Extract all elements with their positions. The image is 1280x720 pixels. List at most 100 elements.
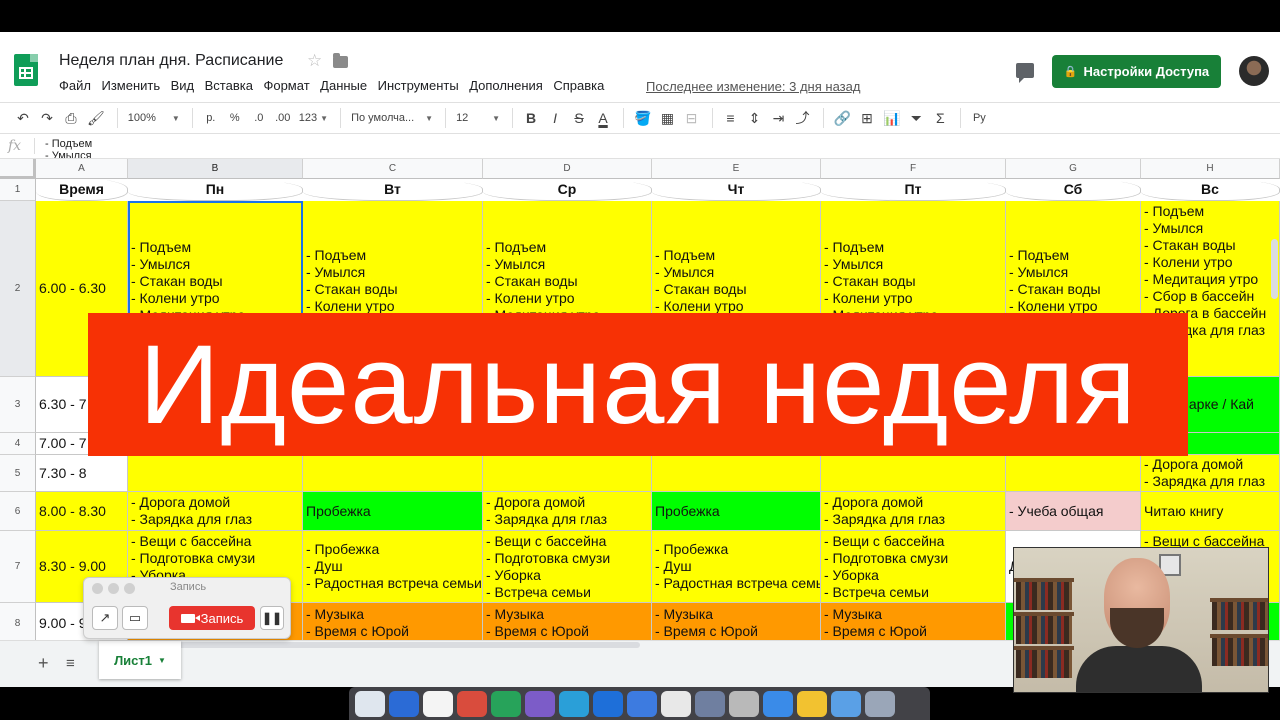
row-header-2[interactable]: 2 <box>0 201 36 377</box>
schedule-cell[interactable]: - Музыка - Время с Юрой <box>303 603 483 640</box>
comment-icon[interactable] <box>1016 63 1034 83</box>
schedule-cell[interactable]: - Музыка - Время с Юрой <box>652 603 821 640</box>
chrome-icon[interactable] <box>457 691 487 717</box>
select-all-corner[interactable] <box>0 159 36 179</box>
merge-cells-icon[interactable]: ⊟ <box>681 106 703 130</box>
strikethrough-button[interactable]: S <box>568 106 590 130</box>
facetime-icon[interactable] <box>491 691 521 717</box>
text-rotate-icon[interactable]: ⤴ <box>792 106 814 130</box>
insert-chart-icon[interactable]: 📊 <box>880 106 903 130</box>
column-header-a[interactable]: A <box>36 159 128 179</box>
schedule-cell[interactable]: - Дорога домой - Зарядка для глаз <box>821 492 1006 531</box>
row-header-7[interactable]: 7 <box>0 531 36 603</box>
viber-icon[interactable] <box>525 691 555 717</box>
menu-edit[interactable]: Изменить <box>101 78 160 93</box>
last-edit-link[interactable]: Последнее изменение: 3 дня назад <box>646 79 860 94</box>
schedule-cell[interactable] <box>128 455 303 492</box>
menu-format[interactable]: Формат <box>263 78 309 93</box>
schedule-cell[interactable]: Читаю книгу <box>1141 492 1280 531</box>
more-formats-button[interactable]: 123 ▼ <box>296 106 331 130</box>
row-header-4[interactable]: 4 <box>0 433 36 455</box>
share-button[interactable]: 🔒 Настройки Доступа <box>1052 55 1221 88</box>
header-cell[interactable]: Сб <box>1006 179 1141 201</box>
column-header-f[interactable]: F <box>821 159 1006 179</box>
schedule-cell[interactable] <box>821 455 1006 492</box>
font-size-select[interactable]: 12 ▼ <box>453 106 503 130</box>
telegram-icon[interactable] <box>559 691 589 717</box>
launchpad-icon[interactable] <box>389 691 419 717</box>
time-cell[interactable]: 8.00 - 8.30 <box>36 492 128 531</box>
schedule-cell[interactable]: - Дорога домой - Зарядка для глаз <box>1141 455 1280 492</box>
header-cell[interactable]: Вс <box>1141 179 1280 201</box>
column-header-c[interactable]: C <box>303 159 483 179</box>
document-title[interactable]: Неделя план дня. Расписание <box>59 52 283 70</box>
schedule-cell[interactable] <box>652 455 821 492</box>
add-comment-icon[interactable]: ⊞ <box>856 106 878 130</box>
column-header-b[interactable]: B <box>128 159 303 179</box>
schedule-cell[interactable] <box>1006 455 1141 492</box>
horizontal-scrollbar[interactable] <box>130 642 640 648</box>
folder-icon[interactable] <box>333 53 348 68</box>
notes-icon[interactable] <box>695 691 725 717</box>
row-header-3[interactable]: 3 <box>0 377 36 433</box>
decrease-decimal-button[interactable]: .0 <box>248 106 270 130</box>
row-header-8[interactable]: 8 <box>0 603 36 640</box>
schedule-cell[interactable]: - Вещи с бассейна- Подготовка смузи- Убо… <box>821 531 1006 603</box>
row-header-5[interactable]: 5 <box>0 455 36 492</box>
text-color-button[interactable]: A <box>592 106 614 130</box>
schedule-cell[interactable]: - Пробежка - Душ - Радостная встреча семьи <box>303 531 483 603</box>
add-sheet-icon[interactable]: + <box>38 653 49 674</box>
column-header-h[interactable]: H <box>1141 159 1280 179</box>
header-cell[interactable]: Вт <box>303 179 483 201</box>
pause-icon[interactable]: ❚❚ <box>260 606 284 630</box>
column-header-e[interactable]: E <box>652 159 821 179</box>
finder-icon[interactable] <box>355 691 385 717</box>
schedule-cell[interactable] <box>303 455 483 492</box>
record-button[interactable]: Запись <box>169 606 255 630</box>
paint-format-icon[interactable]: 🖌 <box>84 106 108 130</box>
redo-icon[interactable]: ↷ <box>36 106 58 130</box>
calendar-icon[interactable] <box>661 691 691 717</box>
input-tools-button[interactable]: Py <box>968 106 990 130</box>
link-icon[interactable]: 🔗 <box>831 106 854 130</box>
stickies-icon[interactable] <box>797 691 827 717</box>
menu-help[interactable]: Справка <box>553 78 604 93</box>
row-header-6[interactable]: 6 <box>0 492 36 531</box>
messages-icon[interactable] <box>763 691 793 717</box>
star-icon[interactable]: ☆ <box>307 51 322 71</box>
align-left-icon[interactable]: ≡ <box>720 106 742 130</box>
trash-icon[interactable] <box>865 691 895 717</box>
text-wrap-icon[interactable]: ⇥ <box>768 106 790 130</box>
increase-decimal-button[interactable]: .00 <box>272 106 294 130</box>
percent-format-button[interactable]: % <box>224 106 246 130</box>
header-cell[interactable]: Пн <box>128 179 303 201</box>
schedule-cell[interactable]: - Музыка - Время с Юрой <box>821 603 1006 640</box>
rectangle-tool-icon[interactable]: ▭ <box>122 606 148 630</box>
schedule-cell[interactable]: - Музыка - Время с Юрой <box>483 603 652 640</box>
column-header-g[interactable]: G <box>1006 159 1141 179</box>
functions-icon[interactable]: Σ <box>929 106 951 130</box>
all-sheets-icon[interactable]: ≡ <box>66 655 75 672</box>
print-icon[interactable]: ⎙ <box>60 106 82 130</box>
folder-icon[interactable] <box>831 691 861 717</box>
safari-icon[interactable] <box>423 691 453 717</box>
preview-icon[interactable] <box>729 691 759 717</box>
schedule-cell[interactable]: Пробежка <box>303 492 483 531</box>
undo-icon[interactable]: ↶ <box>12 106 34 130</box>
schedule-cell[interactable]: - Дорога домой - Зарядка для глаз <box>483 492 652 531</box>
menu-insert[interactable]: Вставка <box>205 78 253 93</box>
column-header-d[interactable]: D <box>483 159 652 179</box>
schedule-cell[interactable]: Пробежка <box>652 492 821 531</box>
sheet-tab[interactable]: Лист1 ▼ <box>99 641 181 679</box>
arrow-tool-icon[interactable]: ↗ <box>92 606 118 630</box>
schedule-cell[interactable]: - Вещи с бассейна- Подготовка смузи- Убо… <box>483 531 652 603</box>
schedule-cell[interactable]: - Учеба общая <box>1006 492 1141 531</box>
vertical-scrollbar[interactable] <box>1271 239 1278 299</box>
menu-data[interactable]: Данные <box>320 78 367 93</box>
menu-tools[interactable]: Инструменты <box>378 78 459 93</box>
time-cell[interactable]: 7.30 - 8 <box>36 455 128 492</box>
bold-button[interactable]: B <box>520 106 542 130</box>
schedule-cell[interactable]: - Пробежка - Душ - Радостная встреча семьи <box>652 531 821 603</box>
row-header-1[interactable]: 1 <box>0 179 36 201</box>
schedule-cell[interactable]: - Дорога домой - Зарядка для глаз <box>128 492 303 531</box>
